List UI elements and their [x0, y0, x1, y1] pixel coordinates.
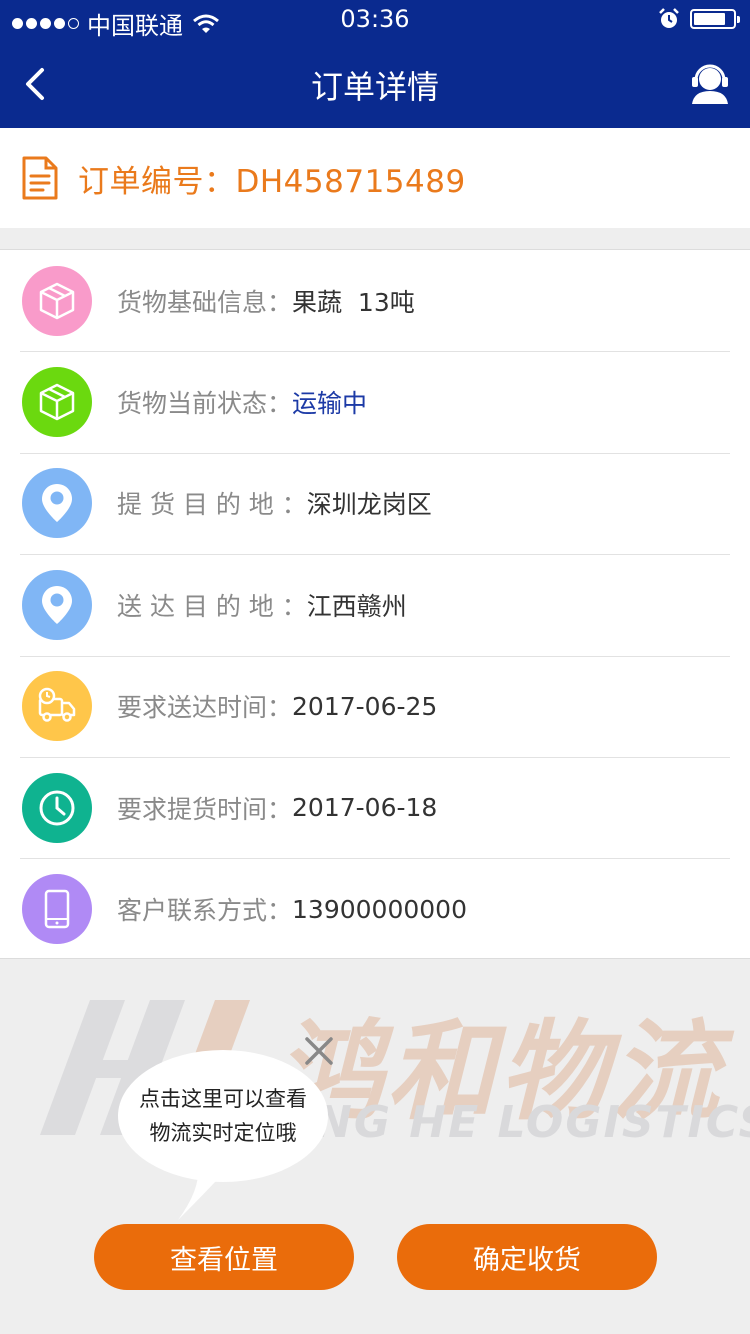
- icon-circle: [22, 671, 92, 742]
- watermark-cn-text: 鸿和物流: [275, 1010, 724, 1135]
- location-pin-icon: [42, 484, 72, 523]
- location-tip-bubble: 点击这里可以查看 物流实时定位哦: [118, 1050, 328, 1182]
- row-label: 要求送达时间：: [117, 693, 293, 723]
- box-icon: [39, 383, 75, 421]
- order-info-list: 货物基础信息： 果蔬 13吨 货物当前状态： 运输中 提 货 目 的 地 ： 深…: [0, 249, 750, 959]
- icon-circle: [22, 265, 92, 336]
- document-icon: [22, 156, 58, 200]
- box-icon: [39, 282, 75, 319]
- tip-line-1: 点击这里可以查看: [139, 1087, 307, 1111]
- row-label: 货物当前状态：: [117, 389, 293, 419]
- confirm-receipt-button[interactable]: 确定收货: [397, 1224, 657, 1290]
- status-bar: 中国联通 03:36: [0, 0, 750, 40]
- watermark-cn: 鸿和物流: [275, 985, 723, 1141]
- row-value: 13900000000: [292, 894, 467, 924]
- list-item: 要求送达时间： 2017-06-25: [0, 655, 750, 757]
- list-item: 货物基础信息： 果蔬 13吨: [0, 250, 750, 351]
- list-item: 要求提货时间： 2017-06-18: [0, 756, 750, 858]
- row-label: 提 货 目 的 地 ：: [117, 490, 307, 520]
- tip-line-2: 物流实时定位哦: [149, 1121, 297, 1145]
- battery-icon: [690, 9, 740, 29]
- row-value: 2017-06-25: [292, 691, 438, 721]
- row-label: 要求提货时间：: [117, 794, 293, 824]
- list-item: 货物当前状态： 运输中: [0, 351, 750, 452]
- icon-circle: [22, 874, 92, 945]
- row-value: 江西赣州: [306, 591, 407, 621]
- status-right: [658, 8, 740, 30]
- delivery-truck-icon: [38, 688, 76, 722]
- location-pin-icon: [42, 585, 72, 624]
- row-value: 果蔬 13吨: [292, 287, 415, 317]
- row-label: 客户联系方式：: [117, 896, 293, 926]
- status-time: 03:36: [340, 5, 410, 33]
- list-item: 提 货 目 的 地 ： 深圳龙岗区: [0, 452, 750, 554]
- page-title: 订单详情: [310, 68, 439, 106]
- nav-bar: 订单详情: [0, 40, 750, 128]
- watermark-en: NG HE LOGISTICS: [315, 1097, 750, 1148]
- close-icon[interactable]: [302, 1034, 336, 1068]
- row-value: 运输中: [292, 389, 368, 419]
- customer-service-icon[interactable]: [688, 62, 732, 106]
- clock-icon: [39, 790, 75, 826]
- alarm-icon: [659, 8, 679, 28]
- row-label: 货物基础信息：: [117, 287, 293, 317]
- list-item: 客户联系方式： 13900000000: [0, 858, 750, 959]
- order-number: 订单编号：DH458715489: [78, 163, 466, 200]
- icon-circle: [22, 367, 92, 438]
- icon-circle: [22, 569, 92, 640]
- order-number-bar: 订单编号：DH458715489: [0, 128, 750, 228]
- icon-circle: [22, 468, 92, 539]
- list-item: 送 达 目 的 地 ： 江西赣州: [0, 554, 750, 655]
- view-location-button[interactable]: 查看位置: [94, 1224, 354, 1290]
- icon-circle: [22, 772, 92, 843]
- phone-icon: [44, 889, 70, 929]
- row-value: 深圳龙岗区: [306, 490, 432, 520]
- row-label: 送 达 目 的 地 ：: [117, 591, 307, 621]
- row-value: 2017-06-18: [292, 793, 438, 823]
